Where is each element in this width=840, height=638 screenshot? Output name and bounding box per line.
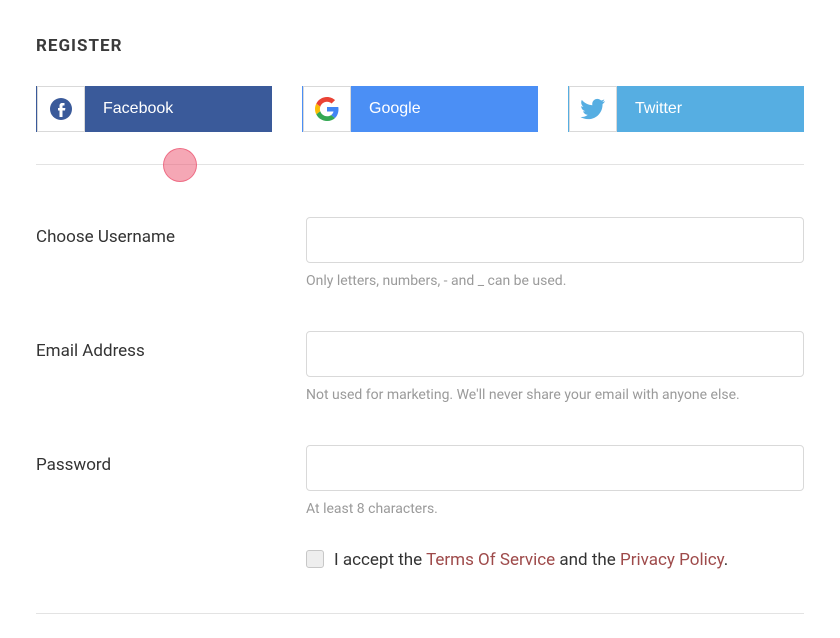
facebook-label: Facebook xyxy=(85,100,173,118)
email-hint: Not used for marketing. We'll never shar… xyxy=(306,387,804,403)
password-label: Password xyxy=(36,455,111,475)
password-hint: At least 8 characters. xyxy=(306,501,804,517)
divider xyxy=(36,164,804,165)
social-login-row: Facebook Google Twitter xyxy=(36,86,804,132)
facebook-login-button[interactable]: Facebook xyxy=(36,86,272,132)
password-input[interactable] xyxy=(306,445,804,491)
google-label: Google xyxy=(351,100,421,118)
email-row: Email Address Not used for marketing. We… xyxy=(36,331,804,403)
consent-row: I accept the Terms Of Service and the Pr… xyxy=(36,547,804,573)
username-input[interactable] xyxy=(306,217,804,263)
divider-bottom xyxy=(36,613,804,614)
email-label: Email Address xyxy=(36,341,145,361)
password-row: Password At least 8 characters. xyxy=(36,445,804,517)
google-icon xyxy=(303,86,351,132)
twitter-icon xyxy=(569,86,617,132)
username-label: Choose Username xyxy=(36,227,175,247)
consent-text: I accept the Terms Of Service and the Pr… xyxy=(334,547,728,573)
consent-checkbox[interactable] xyxy=(306,550,324,568)
username-row: Choose Username Only letters, numbers, -… xyxy=(36,217,804,289)
privacy-policy-link[interactable]: Privacy Policy xyxy=(620,550,724,570)
register-page: Register Facebook Google xyxy=(0,0,840,638)
twitter-login-button[interactable]: Twitter xyxy=(568,86,804,132)
consent-mid: and the xyxy=(555,550,620,570)
username-hint: Only letters, numbers, - and _ can be us… xyxy=(306,273,804,289)
consent-pre: I accept the xyxy=(334,550,426,570)
facebook-icon xyxy=(37,86,85,132)
google-login-button[interactable]: Google xyxy=(302,86,538,132)
email-input[interactable] xyxy=(306,331,804,377)
terms-of-service-link[interactable]: Terms Of Service xyxy=(426,550,555,570)
page-title: Register xyxy=(36,36,804,56)
cursor-indicator xyxy=(163,148,197,182)
consent-post: . xyxy=(724,550,728,570)
twitter-label: Twitter xyxy=(617,100,682,118)
